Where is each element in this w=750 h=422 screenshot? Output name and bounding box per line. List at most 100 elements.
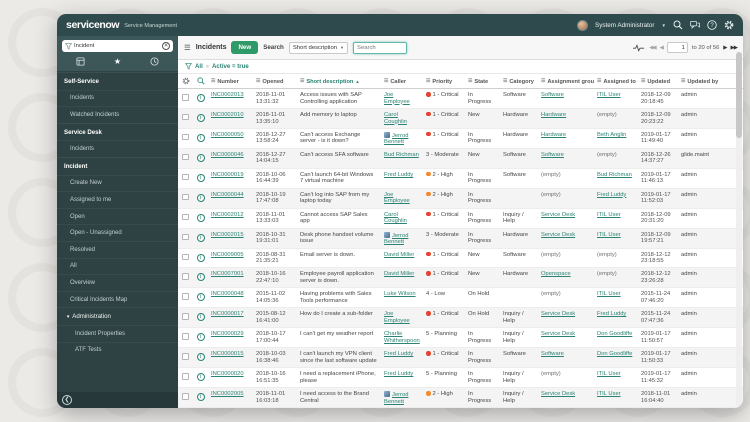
- incident-number-link[interactable]: INC0000015: [211, 351, 244, 357]
- column-menu-icon[interactable]: ☰: [256, 79, 260, 85]
- row-checkbox[interactable]: [182, 373, 189, 380]
- assigned-to-link[interactable]: ITIL User: [597, 371, 621, 377]
- row-checkbox[interactable]: [182, 234, 189, 241]
- caller-link[interactable]: Joe Employee: [384, 311, 410, 324]
- row-checkbox[interactable]: [182, 273, 189, 280]
- filter-funnel-icon[interactable]: [185, 63, 192, 70]
- assignment-group-link[interactable]: Hardware: [541, 112, 566, 118]
- assigned-to-link[interactable]: ITIL User: [597, 232, 621, 238]
- chat-icon[interactable]: [690, 20, 700, 30]
- incident-number-link[interactable]: INC0000046: [211, 152, 244, 158]
- assignment-group-link[interactable]: Service Desk: [541, 232, 575, 238]
- caller-link[interactable]: David Miller: [384, 252, 414, 258]
- incident-number-link[interactable]: INC0002015: [211, 232, 244, 238]
- filter-navigator-input[interactable]: [74, 43, 160, 49]
- column-header-number[interactable]: ☰Number: [208, 74, 253, 88]
- record-preview-icon[interactable]: i: [197, 174, 205, 182]
- assigned-to-link[interactable]: Don Goodliffe: [597, 351, 632, 357]
- search-icon[interactable]: [673, 20, 683, 30]
- record-preview-icon[interactable]: i: [197, 333, 205, 341]
- last-page-icon[interactable]: ▶▶: [731, 45, 737, 51]
- activity-stream-icon[interactable]: [633, 44, 645, 52]
- incident-number-link[interactable]: INC0000029: [211, 331, 244, 337]
- sidebar-item[interactable]: Create New: [57, 175, 178, 192]
- column-search-icon[interactable]: [197, 77, 205, 85]
- row-checkbox[interactable]: [182, 353, 189, 360]
- column-menu-icon[interactable]: ☰: [426, 79, 430, 85]
- assignment-group-link[interactable]: Software: [541, 152, 564, 158]
- breadcrumb-all[interactable]: All: [195, 63, 203, 70]
- search-field-select[interactable]: Short description ▼: [289, 42, 348, 54]
- row-checkbox[interactable]: [182, 214, 189, 221]
- gear-icon[interactable]: [724, 20, 734, 30]
- caller-link[interactable]: Charlie Whitherspoon: [384, 331, 420, 344]
- caller-link[interactable]: Luke Wilson: [384, 291, 416, 297]
- assigned-to-link[interactable]: ITIL User: [597, 92, 621, 98]
- incident-number-link[interactable]: INC0000044: [211, 192, 244, 198]
- user-avatar[interactable]: [577, 20, 588, 31]
- caller-link[interactable]: Fred Luddy: [384, 371, 413, 377]
- list-context-menu-icon[interactable]: ☰: [184, 43, 191, 52]
- assigned-to-link[interactable]: Beth Anglin: [597, 132, 626, 138]
- breadcrumb-active-condition[interactable]: Active = true: [212, 63, 249, 70]
- row-checkbox[interactable]: [182, 114, 189, 121]
- column-header-caller[interactable]: ☰Caller: [381, 74, 423, 88]
- column-header-category[interactable]: ☰Category: [500, 74, 538, 88]
- incident-number-link[interactable]: INC0000017: [211, 311, 244, 317]
- record-preview-icon[interactable]: i: [197, 194, 205, 202]
- caller-link[interactable]: David Miller: [384, 271, 414, 277]
- column-header-short-description[interactable]: ☰Short description▲: [297, 74, 381, 88]
- assignment-group-link[interactable]: Service Desk: [541, 391, 575, 397]
- sidebar-item[interactable]: Watched Incidents: [57, 106, 178, 123]
- all-applications-icon[interactable]: [76, 57, 85, 66]
- sidebar-item-expandable[interactable]: ▼Administration: [57, 307, 178, 325]
- list-search-input[interactable]: [353, 42, 407, 54]
- row-checkbox[interactable]: [182, 313, 189, 320]
- row-checkbox[interactable]: [182, 94, 189, 101]
- record-preview-icon[interactable]: i: [197, 293, 205, 301]
- previous-page-icon[interactable]: ◀: [660, 45, 663, 51]
- collapse-sidebar-icon[interactable]: ❮: [62, 395, 72, 405]
- record-preview-icon[interactable]: i: [197, 254, 205, 262]
- assignment-group-link[interactable]: Openspace: [541, 271, 571, 277]
- incident-number-link[interactable]: INC0009005: [211, 252, 244, 258]
- column-header-state[interactable]: ☰State: [465, 74, 500, 88]
- column-menu-icon[interactable]: ☰: [468, 79, 472, 85]
- record-preview-icon[interactable]: i: [197, 313, 205, 321]
- row-checkbox[interactable]: [182, 393, 189, 400]
- assignment-group-link[interactable]: Software: [541, 351, 564, 357]
- sidebar-item[interactable]: Open: [57, 208, 178, 225]
- incident-number-link[interactable]: INC0000050: [211, 132, 244, 138]
- row-checkbox[interactable]: [182, 194, 189, 201]
- sidebar-item[interactable]: Open - Unassigned: [57, 224, 178, 241]
- history-clock-icon[interactable]: [150, 57, 159, 66]
- incident-number-link[interactable]: INC0002005: [211, 391, 244, 397]
- record-preview-icon[interactable]: i: [197, 393, 205, 401]
- help-icon[interactable]: ?: [707, 20, 717, 30]
- row-checkbox[interactable]: [182, 333, 189, 340]
- incident-number-link[interactable]: INC0007001: [211, 271, 244, 277]
- assigned-to-link[interactable]: Bud Richman: [597, 172, 632, 178]
- assignment-group-link[interactable]: Service Desk: [541, 311, 575, 317]
- column-header-assignment-group[interactable]: ☰Assignment group: [538, 74, 594, 88]
- incident-number-link[interactable]: INC0002010: [211, 112, 244, 118]
- assignment-group-link[interactable]: Software: [541, 92, 564, 98]
- incident-number-link[interactable]: INC0000048: [211, 291, 244, 297]
- assigned-to-link[interactable]: Don Goodliffe: [597, 331, 632, 337]
- caller-link[interactable]: Joe Employee: [384, 192, 410, 205]
- user-menu[interactable]: System Administrator: [595, 22, 655, 29]
- favorites-star-icon[interactable]: ★: [114, 57, 121, 66]
- column-header-updated-by[interactable]: ☰Updated by: [678, 74, 743, 88]
- caller-link[interactable]: Carol Coughlin: [384, 212, 407, 225]
- incident-number-link[interactable]: INC0000019: [211, 172, 244, 178]
- caller-link[interactable]: Carol Coughlin: [384, 112, 407, 125]
- column-header-updated[interactable]: ☰Updated: [638, 74, 678, 88]
- record-preview-icon[interactable]: i: [197, 214, 205, 222]
- list-settings-gear-icon[interactable]: [182, 77, 190, 85]
- column-menu-icon[interactable]: ☰: [384, 79, 388, 85]
- sidebar-item[interactable]: Overview: [57, 274, 178, 291]
- row-checkbox[interactable]: [182, 134, 189, 141]
- incident-number-link[interactable]: INC0002013: [211, 92, 244, 98]
- row-checkbox[interactable]: [182, 174, 189, 181]
- caller-link[interactable]: Bud Richman: [384, 152, 419, 158]
